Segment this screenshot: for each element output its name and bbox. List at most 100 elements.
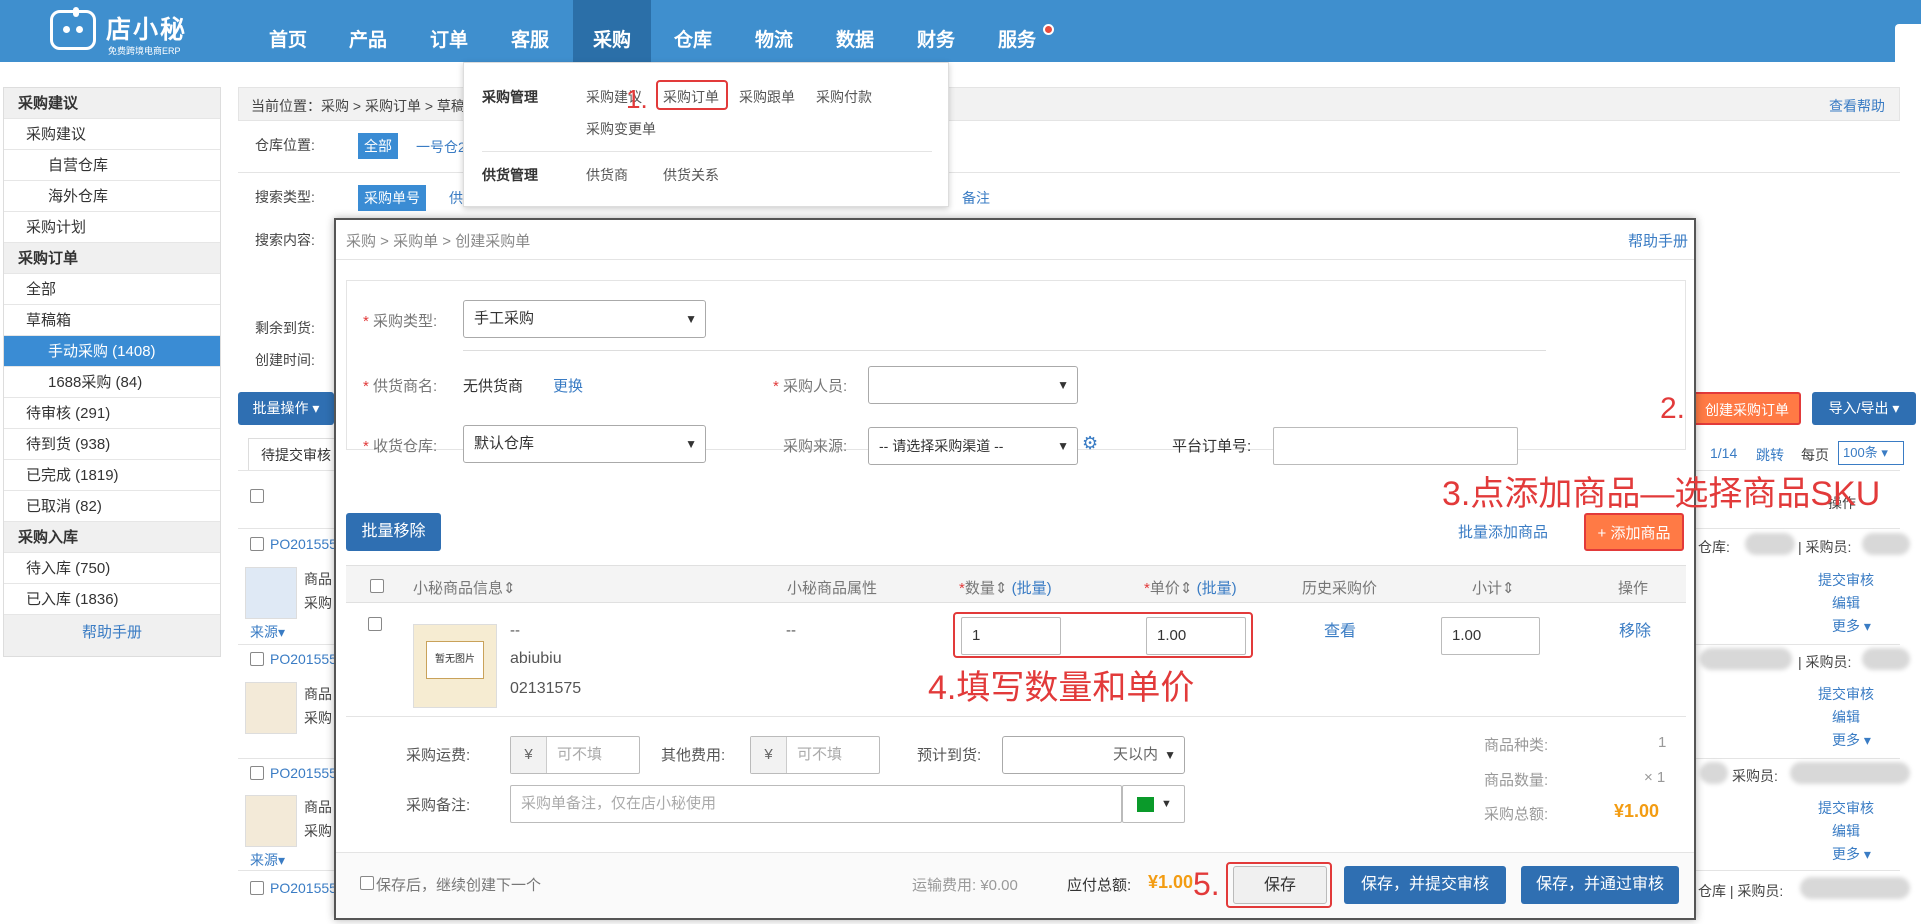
col-subtotal[interactable]: 小计⇕ bbox=[1472, 577, 1515, 598]
sidebar-item-plan[interactable]: 采购计划 bbox=[4, 212, 220, 243]
add-product-button[interactable]: + 添加商品 bbox=[1584, 513, 1684, 551]
source-select[interactable]: -- 请选择采购渠道 -- ▼ bbox=[868, 427, 1078, 465]
price-batch-link[interactable]: (批量) bbox=[1197, 580, 1237, 597]
order-number[interactable]: PO201555 bbox=[270, 536, 337, 552]
nav-service[interactable]: 客服 bbox=[500, 0, 560, 62]
remark-input[interactable]: 采购单备注，仅在店小秘使用 bbox=[510, 785, 1122, 823]
subtotal-input[interactable]: 1.00 bbox=[1441, 617, 1540, 655]
import-export-button[interactable]: 导入/导出 ▾ bbox=[1812, 392, 1916, 425]
order-checkbox[interactable] bbox=[250, 652, 264, 666]
eta-select[interactable]: 天以内 ▼ bbox=[1002, 736, 1185, 774]
order-number[interactable]: PO201555 bbox=[270, 880, 337, 896]
dropdown-item-change[interactable]: 采购变更单 bbox=[586, 119, 656, 139]
purchase-type-select[interactable]: 手工采购 ▼ bbox=[463, 300, 706, 338]
dropdown-item-tracking[interactable]: 采购跟单 bbox=[739, 87, 795, 107]
history-view-link[interactable]: 查看 bbox=[1324, 617, 1356, 641]
sidebar-item-1688[interactable]: 1688采购 (84) bbox=[4, 367, 220, 398]
per-page-select[interactable]: 100条 ▾ bbox=[1838, 441, 1904, 465]
qty-batch-link[interactable]: (批量) bbox=[1012, 580, 1052, 597]
save-submit-button[interactable]: 保存，并提交审核 bbox=[1344, 866, 1506, 904]
save-approve-button[interactable]: 保存，并通过审核 bbox=[1521, 866, 1679, 904]
sidebar-item-manual[interactable]: 手动采购 (1408) bbox=[4, 336, 220, 367]
col-info[interactable]: 小秘商品信息⇕ bbox=[413, 577, 516, 598]
user-avatar[interactable] bbox=[1895, 24, 1921, 62]
nav-home[interactable]: 首页 bbox=[258, 0, 318, 62]
sidebar-item-pending-review[interactable]: 待审核 (291) bbox=[4, 398, 220, 429]
gear-icon[interactable]: ⚙ bbox=[1082, 433, 1098, 454]
batch-remove-button[interactable]: 批量移除 bbox=[346, 513, 441, 551]
search-type-more[interactable]: 供 bbox=[449, 188, 463, 208]
row-source-link[interactable]: 来源▾ bbox=[250, 622, 285, 642]
dropdown-item-relation[interactable]: 供货关系 bbox=[663, 165, 719, 185]
sidebar-head-orders[interactable]: 采购订单 bbox=[4, 243, 220, 274]
remove-product-link[interactable]: 移除 bbox=[1619, 617, 1651, 641]
nav-products[interactable]: 产品 bbox=[338, 0, 398, 62]
logo[interactable]: 店小秘 免费跨境电商ERP bbox=[50, 6, 190, 56]
search-type-selected[interactable]: 采购单号 bbox=[358, 185, 426, 211]
sidebar-item-completed[interactable]: 已完成 (1819) bbox=[4, 460, 220, 491]
change-supplier-link[interactable]: 更换 bbox=[553, 375, 583, 396]
jump-link[interactable]: 跳转 bbox=[1756, 445, 1784, 465]
sidebar-item-overseas-warehouse[interactable]: 海外仓库 bbox=[4, 181, 220, 212]
sidebar-item-inbounded[interactable]: 已入库 (1836) bbox=[4, 584, 220, 615]
dropdown-item-payment[interactable]: 采购付款 bbox=[816, 87, 872, 107]
edit-link[interactable]: 编辑 bbox=[1832, 707, 1860, 727]
tab-pending-submit[interactable]: 待提交审核 bbox=[248, 438, 336, 470]
nav-purchase[interactable]: 采购 bbox=[573, 0, 651, 62]
order-checkbox[interactable] bbox=[250, 881, 264, 895]
warehouse-all-chip[interactable]: 全部 bbox=[358, 133, 398, 159]
sidebar-item-drafts[interactable]: 草稿箱 bbox=[4, 305, 220, 336]
more-link[interactable]: 更多 ▾ bbox=[1832, 616, 1871, 636]
modal-help-link[interactable]: 帮助手册 bbox=[1628, 230, 1688, 251]
unit-price-input[interactable]: 1.00 bbox=[1146, 617, 1246, 655]
divider bbox=[482, 151, 932, 152]
quantity-input[interactable]: 1 bbox=[961, 617, 1061, 655]
help-link[interactable]: 查看帮助 bbox=[1829, 96, 1885, 116]
sidebar-item-pending-arrival[interactable]: 待到货 (938) bbox=[4, 429, 220, 460]
select-all-checkbox[interactable] bbox=[250, 489, 264, 503]
buyer-select[interactable]: ▼ bbox=[868, 366, 1078, 404]
order-checkbox[interactable] bbox=[250, 766, 264, 780]
batch-add-link[interactable]: 批量添加商品 bbox=[1458, 521, 1548, 542]
nav-data[interactable]: 数据 bbox=[825, 0, 885, 62]
create-po-button[interactable]: 创建采购订单 bbox=[1693, 392, 1801, 425]
sidebar-item-all[interactable]: 全部 bbox=[4, 274, 220, 305]
continue-create-checkbox[interactable] bbox=[360, 876, 374, 890]
nav-warehouse[interactable]: 仓库 bbox=[663, 0, 723, 62]
sidebar-item-cancelled[interactable]: 已取消 (82) bbox=[4, 491, 220, 522]
other-fee-input[interactable]: ¥ 可不填 bbox=[750, 736, 880, 774]
nav-logistics[interactable]: 物流 bbox=[744, 0, 804, 62]
select-all-products-checkbox[interactable] bbox=[370, 579, 384, 593]
order-checkbox[interactable] bbox=[250, 537, 264, 551]
platform-order-input[interactable] bbox=[1273, 427, 1518, 465]
row-source-link[interactable]: 来源▾ bbox=[250, 850, 285, 870]
sidebar-item-suggest[interactable]: 采购建议 bbox=[4, 119, 220, 150]
edit-link[interactable]: 编辑 bbox=[1832, 593, 1860, 613]
color-tag-picker[interactable]: ▼ bbox=[1122, 785, 1185, 823]
nav-finance[interactable]: 财务 bbox=[906, 0, 966, 62]
submit-review-link[interactable]: 提交审核 bbox=[1818, 684, 1874, 704]
submit-review-link[interactable]: 提交审核 bbox=[1818, 570, 1874, 590]
edit-link[interactable]: 编辑 bbox=[1832, 821, 1860, 841]
warehouse-one-link[interactable]: 一号仓2 bbox=[416, 137, 466, 157]
sidebar-item-self-warehouse[interactable]: 自营仓库 bbox=[4, 150, 220, 181]
sidebar-item-to-inbound[interactable]: 待入库 (750) bbox=[4, 553, 220, 584]
more-link[interactable]: 更多 ▾ bbox=[1832, 844, 1871, 864]
product-row-checkbox[interactable] bbox=[368, 617, 382, 631]
save-button[interactable]: 保存 bbox=[1233, 866, 1327, 904]
warehouse-select[interactable]: 默认仓库 ▼ bbox=[463, 425, 706, 463]
sidebar-head-inbound[interactable]: 采购入库 bbox=[4, 522, 220, 553]
sidebar-help-link[interactable]: 帮助手册 bbox=[4, 615, 220, 656]
more-link[interactable]: 更多 ▾ bbox=[1832, 730, 1871, 750]
nav-services[interactable]: 服务 bbox=[987, 0, 1047, 62]
batch-ops-button[interactable]: 批量操作 ▾ bbox=[238, 392, 334, 425]
search-type-note[interactable]: 备注 bbox=[962, 188, 990, 208]
sidebar-head-suggest[interactable]: 采购建议 bbox=[4, 88, 220, 119]
order-number[interactable]: PO201555 bbox=[270, 651, 337, 667]
dropdown-item-supplier[interactable]: 供货商 bbox=[586, 165, 628, 185]
freight-input[interactable]: ¥ 可不填 bbox=[510, 736, 640, 774]
order-number[interactable]: PO201555 bbox=[270, 765, 337, 781]
nav-orders[interactable]: 订单 bbox=[419, 0, 479, 62]
type-label-text: 采购类型: bbox=[373, 313, 438, 330]
submit-review-link[interactable]: 提交审核 bbox=[1818, 798, 1874, 818]
